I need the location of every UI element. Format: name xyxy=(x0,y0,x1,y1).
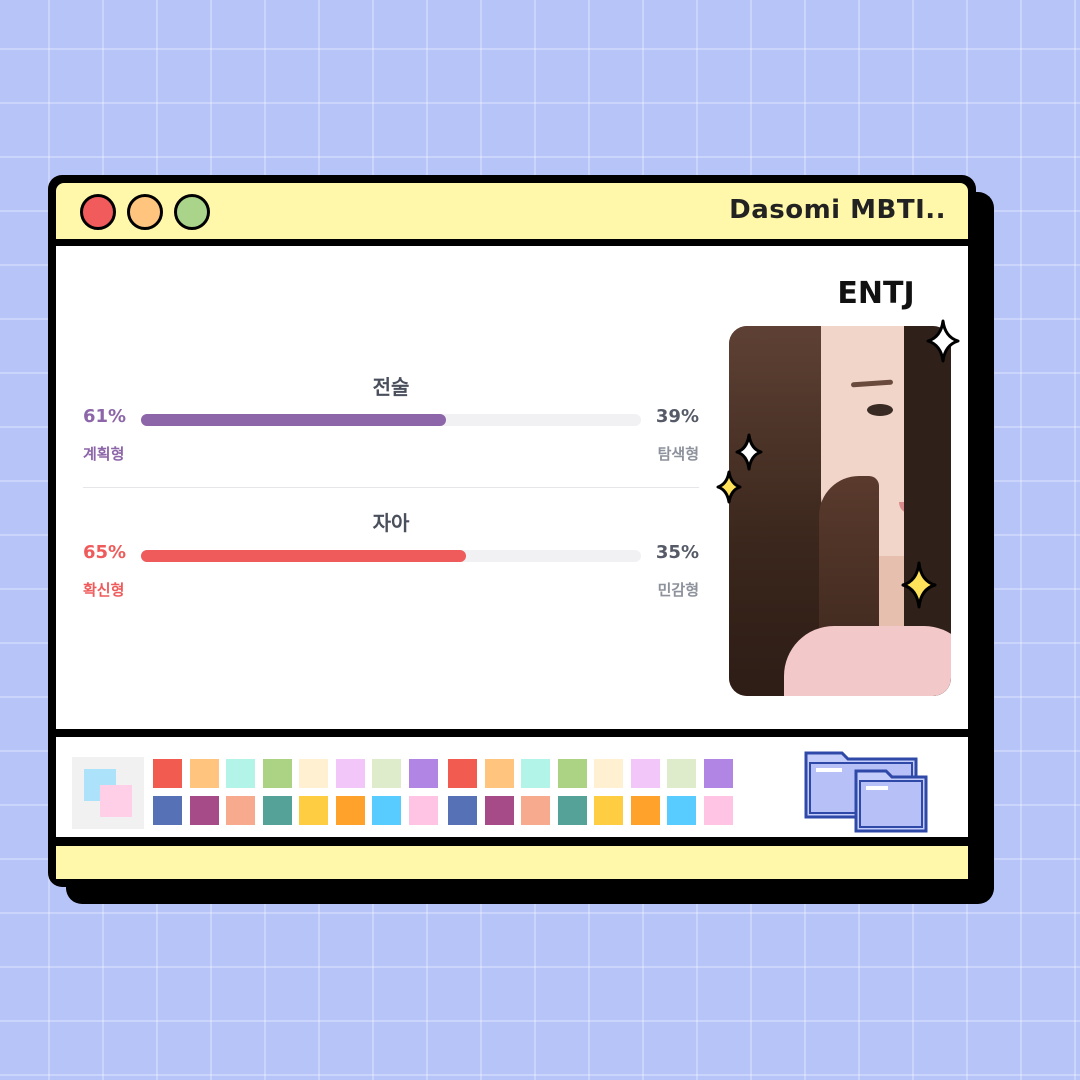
color-swatch[interactable] xyxy=(558,759,587,788)
sparkle-icon xyxy=(735,433,763,471)
stat-tactics: 전술 61% 39% 계획형 탐색형 xyxy=(83,371,699,471)
footer-bar xyxy=(56,846,968,879)
color-swatch[interactable] xyxy=(153,759,182,788)
color-swatch[interactable] xyxy=(299,759,328,788)
color-swatch[interactable] xyxy=(153,796,182,825)
title-bar: Dasomi MBTI.. xyxy=(56,183,968,239)
color-swatch[interactable] xyxy=(336,796,365,825)
photo-eye xyxy=(867,404,893,416)
stat-bar-track xyxy=(141,550,641,562)
color-swatch[interactable] xyxy=(667,759,696,788)
stat-category: 전술 xyxy=(372,375,410,399)
stat-right-percent: 35% xyxy=(655,542,699,563)
color-swatch[interactable] xyxy=(594,796,623,825)
stat-right-label: 탐색형 xyxy=(657,445,699,463)
app-window: Dasomi MBTI.. 전술 61% 39% 계획형 탐색형 자아 65% … xyxy=(48,175,976,887)
color-swatch[interactable] xyxy=(372,796,401,825)
minimize-button[interactable] xyxy=(127,194,163,230)
color-swatch[interactable] xyxy=(409,759,438,788)
stat-divider xyxy=(83,487,699,488)
stat-bar-fill xyxy=(141,550,466,562)
color-swatch[interactable] xyxy=(190,759,219,788)
color-swatch[interactable] xyxy=(263,759,292,788)
main-panel: 전술 61% 39% 계획형 탐색형 자아 65% 35% 확신형 민감형 EN… xyxy=(56,246,968,729)
color-swatch[interactable] xyxy=(372,759,401,788)
stat-category: 자아 xyxy=(372,511,410,535)
palette-icon[interactable] xyxy=(72,757,144,829)
color-swatch[interactable] xyxy=(336,759,365,788)
sparkle-icon xyxy=(901,561,937,609)
stat-left-label: 확신형 xyxy=(83,581,125,599)
photo-shirt xyxy=(784,626,951,696)
color-swatch[interactable] xyxy=(485,796,514,825)
color-swatch[interactable] xyxy=(226,796,255,825)
color-swatch[interactable] xyxy=(594,759,623,788)
stat-identity: 자아 65% 35% 확신형 민감형 xyxy=(83,507,699,607)
folder-icon[interactable] xyxy=(804,749,934,835)
color-swatch[interactable] xyxy=(226,759,255,788)
color-swatch[interactable] xyxy=(558,796,587,825)
color-swatch[interactable] xyxy=(631,796,660,825)
color-swatch[interactable] xyxy=(299,796,328,825)
bottom-toolbar xyxy=(56,737,968,837)
color-swatch[interactable] xyxy=(448,796,477,825)
color-swatch[interactable] xyxy=(409,796,438,825)
color-swatch[interactable] xyxy=(704,796,733,825)
color-swatch[interactable] xyxy=(631,759,660,788)
color-swatch[interactable] xyxy=(263,796,292,825)
color-swatch[interactable] xyxy=(448,759,477,788)
color-swatch[interactable] xyxy=(521,759,550,788)
profile-photo xyxy=(729,326,951,696)
color-swatch[interactable] xyxy=(704,759,733,788)
color-swatch[interactable] xyxy=(190,796,219,825)
stat-bar-fill xyxy=(141,414,446,426)
palette-square-pink xyxy=(100,785,132,817)
maximize-button[interactable] xyxy=(174,194,210,230)
color-swatch[interactable] xyxy=(667,796,696,825)
sparkle-icon xyxy=(716,470,742,504)
stat-left-percent: 65% xyxy=(83,542,127,563)
mbti-type-label: ENTJ xyxy=(837,276,915,311)
stat-bar-track xyxy=(141,414,641,426)
close-button[interactable] xyxy=(80,194,116,230)
stat-left-label: 계획형 xyxy=(83,445,125,463)
stat-right-percent: 39% xyxy=(655,406,699,427)
stat-right-label: 민감형 xyxy=(657,581,699,599)
window-title: Dasomi MBTI.. xyxy=(729,195,946,225)
sparkle-icon xyxy=(926,319,960,363)
color-swatch[interactable] xyxy=(521,796,550,825)
color-swatch[interactable] xyxy=(485,759,514,788)
stat-left-percent: 61% xyxy=(83,406,127,427)
